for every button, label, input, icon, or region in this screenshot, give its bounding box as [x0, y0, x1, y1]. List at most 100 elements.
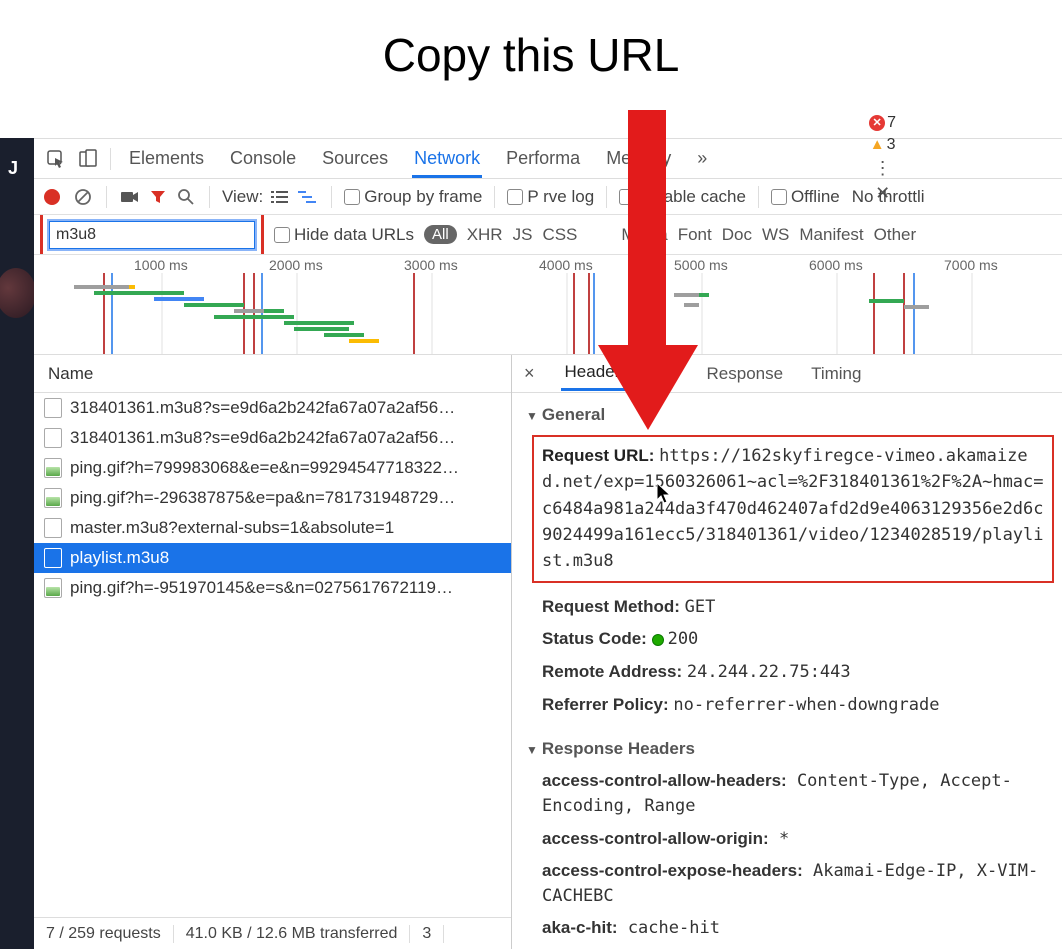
filter-input[interactable] — [49, 221, 255, 249]
annotation-title: Copy this URL — [0, 0, 1062, 92]
response-header-value: * — [769, 829, 789, 849]
page-image-fragment — [0, 268, 36, 318]
request-name: 318401361.m3u8?s=e9d6a2b242fa67a07a2af56… — [70, 398, 455, 418]
filter-font[interactable]: Font — [678, 225, 712, 245]
search-icon[interactable] — [175, 186, 197, 208]
filter-manifest[interactable]: Manifest — [799, 225, 863, 245]
tabs-overflow[interactable]: » — [695, 140, 709, 178]
filter-all-pill[interactable]: All — [424, 225, 457, 244]
status-code-label: Status Code: — [542, 629, 647, 648]
inspect-icon[interactable] — [42, 145, 70, 173]
filter-css[interactable]: CSS — [542, 225, 577, 245]
referrer-policy-value: no-referrer-when-downgrade — [673, 695, 939, 715]
page-background-strip: J — [0, 138, 34, 949]
tab-headers[interactable]: Headers — [561, 356, 633, 391]
response-header-key: aka-c-hit: — [542, 918, 618, 937]
view-label: View: — [222, 187, 263, 207]
error-count[interactable]: ✕7 — [869, 114, 896, 132]
remote-address-label: Remote Address: — [542, 662, 682, 681]
filter-doc[interactable]: Doc — [722, 225, 752, 245]
device-toggle-icon[interactable] — [74, 145, 102, 173]
request-row[interactable]: playlist.m3u8 — [34, 543, 511, 573]
tab-network[interactable]: Network — [412, 140, 482, 178]
warning-count[interactable]: ▲3 — [870, 136, 896, 154]
request-name: 318401361.m3u8?s=e9d6a2b242fa67a07a2af56… — [70, 428, 455, 448]
request-url-box: Request URL: https://162skyfiregce-vimeo… — [532, 435, 1054, 583]
request-row[interactable]: ping.gif?h=-296387875&e=pa&n=78173194872… — [34, 483, 511, 513]
network-toolbar: View: Group by frame P rve log Disable c… — [34, 179, 1062, 215]
document-file-icon — [44, 548, 62, 568]
request-name: ping.gif?h=799983068&e=e&n=9929454771832… — [70, 458, 459, 478]
tab-elements[interactable]: Elements — [127, 140, 206, 178]
request-url-label: Request URL: — [542, 446, 654, 465]
tab-console[interactable]: Console — [228, 140, 298, 178]
request-method-label: Request Method: — [542, 597, 680, 616]
image-file-icon — [44, 488, 62, 508]
response-header-key: access-control-allow-origin: — [542, 829, 769, 848]
offline-checkbox[interactable]: Offline — [771, 187, 840, 207]
settings-kebab-icon[interactable]: ⋮ — [868, 158, 898, 179]
view-waterfall-icon[interactable] — [297, 186, 319, 208]
request-row[interactable]: 318401361.m3u8?s=e9d6a2b242fa67a07a2af56… — [34, 393, 511, 423]
details-body: ▼General Request URL: https://162skyfire… — [512, 393, 1062, 949]
record-button[interactable] — [44, 189, 60, 205]
disable-cache-label: Disable cache — [639, 187, 746, 206]
tab-preview[interactable]: ew — [653, 358, 683, 390]
filter-funnel-icon[interactable] — [147, 186, 169, 208]
status-code-value: 200 — [668, 629, 699, 649]
details-pane: × Headers ew Response Timing ▼General Re… — [512, 355, 1062, 949]
requests-list: 318401361.m3u8?s=e9d6a2b242fa67a07a2af56… — [34, 393, 511, 917]
response-header-row: akamai-edge-ip: 24.244.22.75 — [512, 945, 1062, 949]
request-row[interactable]: 318401361.m3u8?s=e9d6a2b242fa67a07a2af56… — [34, 423, 511, 453]
error-count-value: 7 — [887, 114, 896, 132]
network-timeline[interactable]: 1000 ms 2000 ms 3000 ms 4000 ms 5000 ms … — [34, 255, 1062, 355]
offline-label: Offline — [791, 187, 840, 206]
warning-count-value: 3 — [887, 136, 896, 154]
view-list-icon[interactable] — [269, 186, 291, 208]
devtools-topbar: Elements Console Sources Network Perform… — [34, 139, 1062, 179]
filter-ws[interactable]: WS — [762, 225, 789, 245]
request-name: master.m3u8?external-subs=1&absolute=1 — [70, 518, 394, 538]
tab-timing[interactable]: Timing — [807, 358, 865, 390]
status-transferred: 41.0 KB / 12.6 MB transferred — [174, 925, 411, 943]
close-details-icon[interactable]: × — [518, 363, 541, 384]
hide-data-urls-label: Hide data URLs — [294, 225, 414, 244]
camera-icon[interactable] — [119, 186, 141, 208]
request-name: playlist.m3u8 — [70, 548, 169, 568]
tab-sources[interactable]: Sources — [320, 140, 390, 178]
group-by-frame-label: Group by frame — [364, 187, 482, 206]
response-header-row: access-control-expose-headers: Akamai-Ed… — [512, 855, 1062, 912]
preserve-log-label: P rve log — [527, 187, 594, 206]
section-response-headers[interactable]: ▼Response Headers — [512, 733, 1062, 765]
filter-xhr[interactable]: XHR — [467, 225, 503, 245]
preserve-log-checkbox[interactable]: P rve log — [507, 187, 594, 207]
tab-response[interactable]: Response — [703, 358, 788, 390]
document-file-icon — [44, 518, 62, 538]
filter-js[interactable]: JS — [513, 225, 533, 245]
response-header-row: access-control-allow-headers: Content-Ty… — [512, 765, 1062, 822]
filter-media[interactable]: Media — [621, 225, 667, 245]
request-row[interactable]: ping.gif?h=799983068&e=e&n=9929454771832… — [34, 453, 511, 483]
network-main-split: Name 318401361.m3u8?s=e9d6a2b242fa67a07a… — [34, 355, 1062, 949]
filter-other[interactable]: Other — [874, 225, 917, 245]
status-extra: 3 — [410, 925, 444, 943]
image-file-icon — [44, 578, 62, 598]
response-header-row: aka-c-hit: cache-hit — [512, 912, 1062, 945]
document-file-icon — [44, 398, 62, 418]
group-by-frame-checkbox[interactable]: Group by frame — [344, 187, 482, 207]
remote-address-value: 24.244.22.75:443 — [687, 662, 851, 682]
section-general[interactable]: ▼General — [512, 399, 1062, 431]
hide-data-urls-checkbox[interactable]: Hide data URLs — [274, 225, 414, 245]
referrer-policy-label: Referrer Policy: — [542, 695, 669, 714]
throttling-select[interactable]: No throttli — [852, 187, 925, 207]
clear-icon[interactable] — [72, 186, 94, 208]
request-row[interactable]: ping.gif?h=-951970145&e=s&n=027561767211… — [34, 573, 511, 603]
requests-header[interactable]: Name — [34, 355, 511, 393]
disable-cache-checkbox[interactable]: Disable cache — [619, 187, 746, 207]
request-name: ping.gif?h=-296387875&e=pa&n=78173194872… — [70, 488, 455, 508]
tab-performance[interactable]: Performa — [504, 140, 582, 178]
request-row[interactable]: master.m3u8?external-subs=1&absolute=1 — [34, 513, 511, 543]
response-header-key: access-control-allow-headers: — [542, 771, 787, 790]
filter-highlight-box — [40, 215, 264, 255]
tab-memory[interactable]: Memory — [604, 140, 673, 178]
